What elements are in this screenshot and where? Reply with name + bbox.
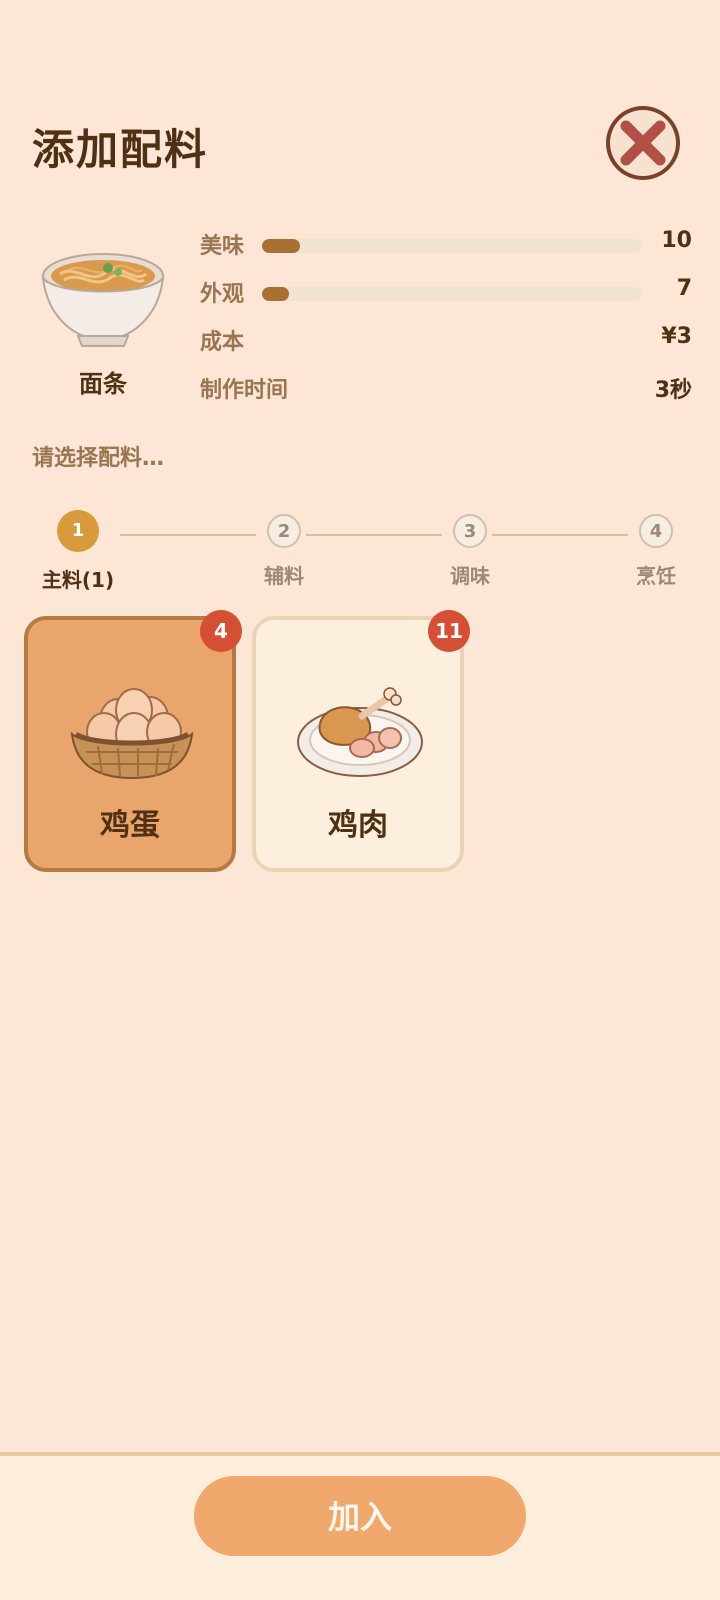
stat-taste: 美味 10	[200, 226, 692, 274]
step-number: 3	[453, 514, 487, 548]
stat-value: 3秒	[654, 378, 692, 403]
taste-bar	[262, 239, 642, 253]
stat-cost: 成本 ¥3	[200, 322, 692, 370]
stat-value: 7	[676, 276, 692, 301]
egg-basket-icon	[70, 688, 194, 780]
ingredient-name: 鸡蛋	[100, 808, 160, 843]
stat-label: 外观	[200, 282, 245, 307]
count-badge: 4	[200, 610, 242, 652]
select-hint: 请选择配料…	[32, 446, 165, 471]
join-button[interactable]: 加入	[194, 1476, 526, 1556]
close-icon[interactable]	[604, 104, 682, 182]
ingredient-name: 鸡肉	[328, 808, 388, 843]
ingredient-card-egg[interactable]: 4 鸡蛋	[24, 610, 242, 872]
step-seasoning[interactable]: 3 调味	[420, 506, 520, 589]
appearance-bar	[262, 287, 642, 301]
ingredient-card-chicken[interactable]: 11 鸡肉	[252, 610, 470, 872]
chicken-plate-icon	[297, 687, 423, 777]
page-title: 添加配料	[32, 125, 209, 174]
footer-bar: 加入	[0, 1452, 720, 1600]
step-number: 1	[57, 510, 99, 552]
stat-label: 制作时间	[200, 378, 289, 403]
stats-panel: 美味 10 外观 7 成本 ¥3 制作时间 3秒	[200, 226, 692, 418]
step-indicator: 1 主料(1) 2 辅料 3 调味 4 烹饪	[0, 506, 720, 592]
step-label: 辅料	[264, 564, 304, 588]
taste-bar-fill	[262, 239, 300, 253]
dish-name: 面条	[79, 370, 127, 398]
step-number: 2	[267, 514, 301, 548]
dish-panel: 面条	[38, 240, 168, 399]
stat-appearance: 外观 7	[200, 274, 692, 322]
stat-time: 制作时间 3秒	[200, 370, 692, 418]
step-number: 4	[639, 514, 673, 548]
step-main-ingredient[interactable]: 1 主料(1)	[28, 506, 128, 593]
step-label: 调味	[450, 564, 490, 588]
appearance-bar-fill	[262, 287, 289, 301]
step-label: 烹饪	[636, 564, 676, 588]
stat-label: 美味	[200, 234, 245, 259]
step-cooking[interactable]: 4 烹饪	[606, 506, 706, 589]
count-badge: 11	[428, 610, 470, 652]
step-side-ingredient[interactable]: 2 辅料	[234, 506, 334, 589]
stat-value: 10	[661, 228, 692, 253]
noodle-bowl-icon	[41, 253, 165, 347]
stat-label: 成本	[200, 330, 245, 355]
stat-value: ¥3	[661, 324, 692, 349]
step-label: 主料(1)	[41, 568, 115, 592]
